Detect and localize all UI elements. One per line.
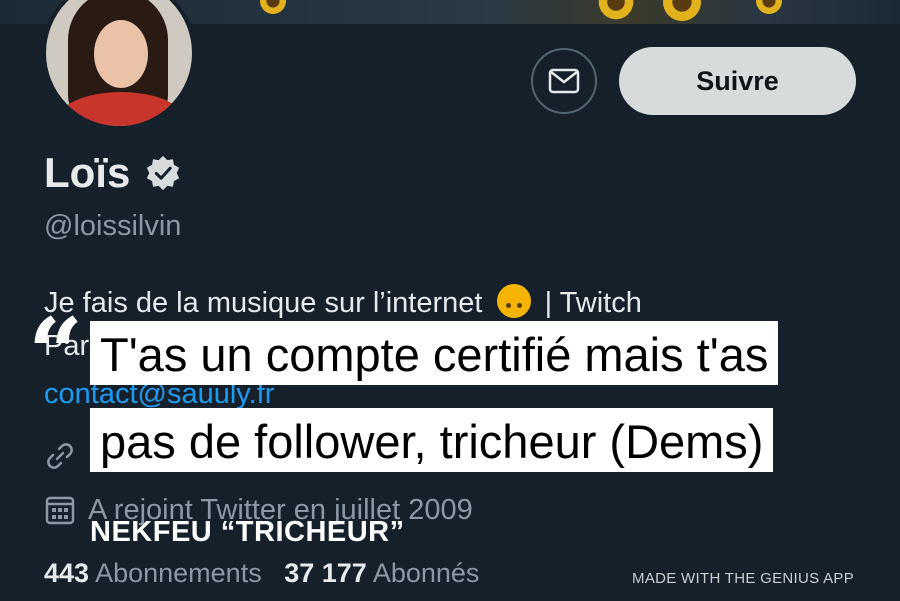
banner-sunflower <box>754 0 784 16</box>
banner-sunflower <box>258 0 288 16</box>
banner-sunflower <box>660 0 704 24</box>
verified-badge-icon <box>147 155 180 191</box>
followers-label: Abonnés <box>372 558 480 588</box>
follow-button[interactable]: Suivre <box>619 47 856 115</box>
calendar-icon <box>45 496 75 525</box>
banner-sunflower <box>596 0 636 22</box>
profile-bio: Je fais de la musique sur l’internet | T… <box>44 284 642 320</box>
following-count: 443 <box>44 558 90 588</box>
envelope-icon <box>548 68 580 94</box>
profile-name: Loïs <box>44 149 131 196</box>
upside-down-face-emoji <box>496 284 531 318</box>
genius-credit: MADE WITH THE GENIUS APP <box>632 570 854 587</box>
bio-text: Je fais de la musique sur l’internet <box>44 287 483 319</box>
message-button[interactable] <box>531 48 597 114</box>
profile-avatar[interactable] <box>42 0 196 130</box>
song-title: NEKFEU “TRICHEUR” <box>90 516 405 548</box>
link-icon <box>47 443 73 469</box>
lyric-line-1: T'as un compte certifié mais t'as <box>90 321 779 385</box>
following-stat[interactable]: 443 Abonnements <box>44 558 262 588</box>
profile-handle: @loissilvin <box>44 210 182 242</box>
followers-stat[interactable]: 37 177 Abonnés <box>284 558 479 588</box>
profile-name-row: Loïs <box>44 149 182 197</box>
lyric-line-2: pas de follower, tricheur (Dems) <box>90 408 774 472</box>
profile-stats: 443 Abonnements 37 177 Abonnés <box>44 558 479 589</box>
following-label: Abonnements <box>95 558 262 588</box>
followers-count: 37 177 <box>284 558 367 588</box>
bio-text-suffix: | Twitch <box>544 287 642 319</box>
quote-mark: “ <box>28 297 84 410</box>
